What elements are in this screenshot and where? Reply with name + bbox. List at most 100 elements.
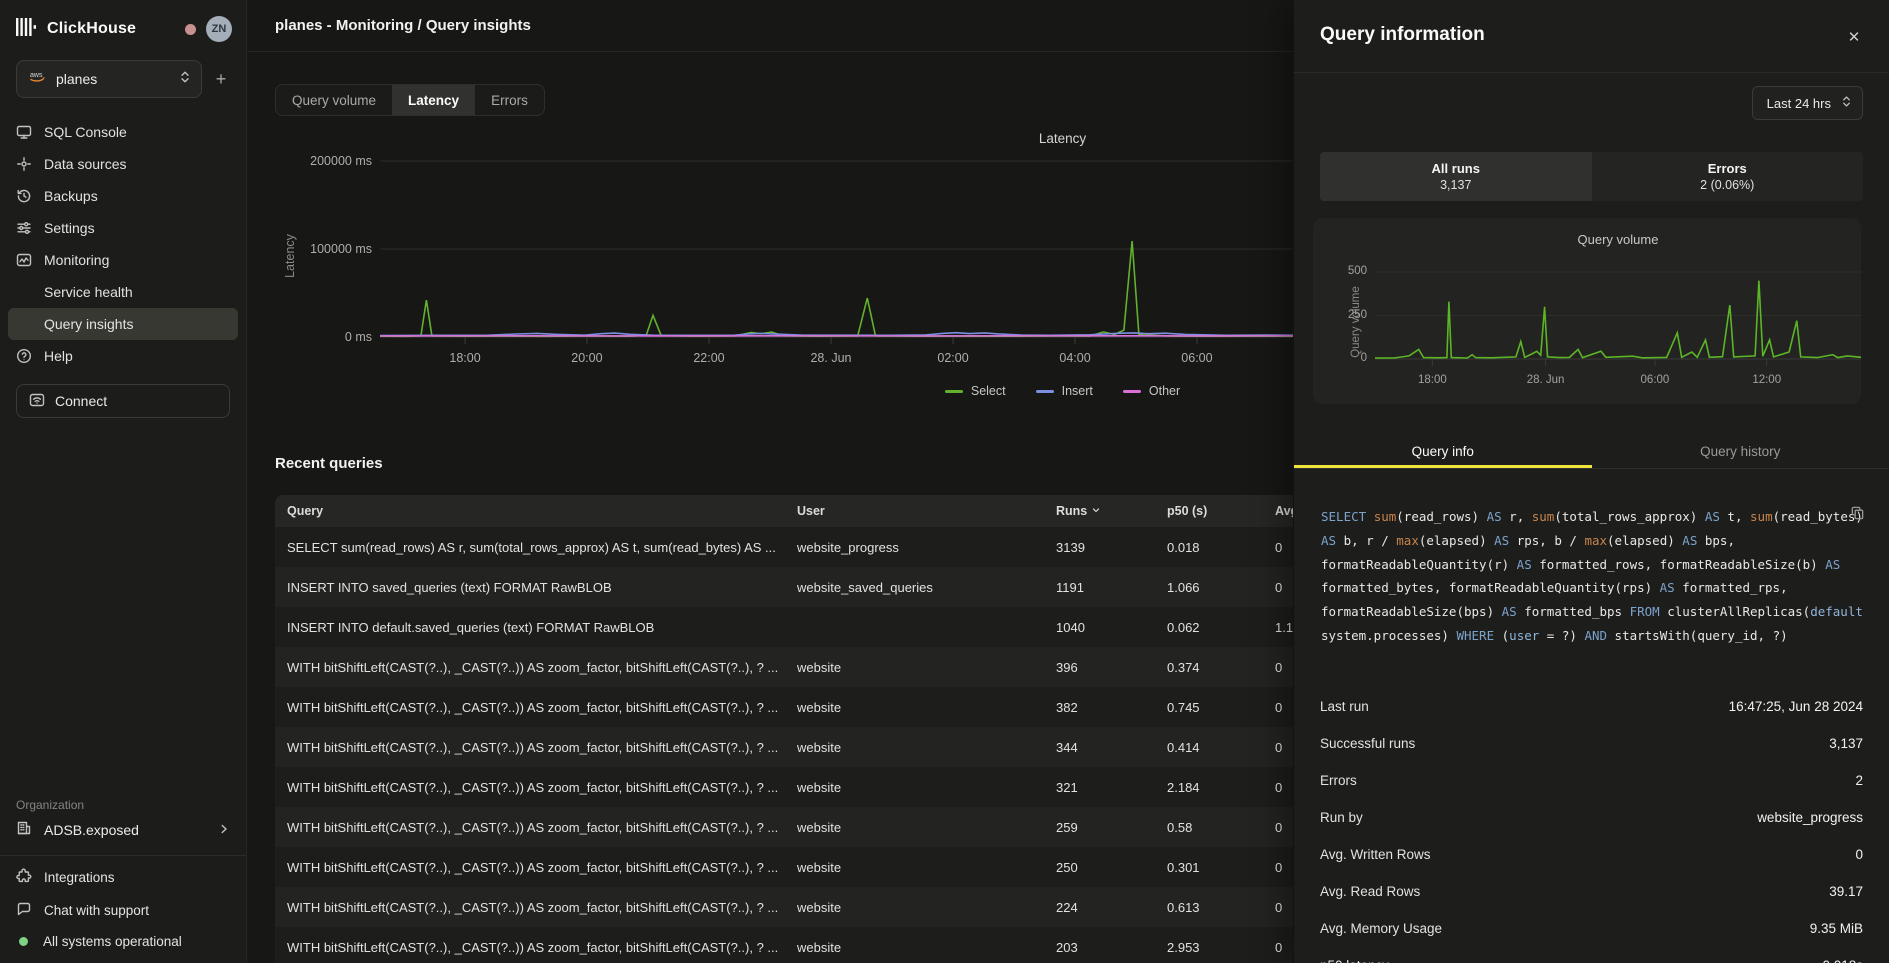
query-volume-chart-card: Query volumeQuery volume025050018:0028. … bbox=[1313, 218, 1861, 404]
sidebar-item-label: Help bbox=[44, 348, 73, 364]
cell-user: website bbox=[785, 780, 1044, 795]
cell-p50: 0.301 bbox=[1155, 860, 1263, 875]
cell-p50: 1.066 bbox=[1155, 580, 1263, 595]
cell-query: WITH bitShiftLeft(CAST(?..), _CAST(?..))… bbox=[275, 780, 785, 795]
connect-icon bbox=[29, 392, 45, 411]
stat-row: Avg. Read Rows 39.17 bbox=[1320, 873, 1863, 910]
cell-user: website bbox=[785, 940, 1044, 955]
sidebar: ClickHouse ZN aws planes + SQL Console bbox=[0, 0, 247, 963]
cell-query: WITH bitShiftLeft(CAST(?..), _CAST(?..))… bbox=[275, 660, 785, 675]
tab-query-info[interactable]: Query info bbox=[1294, 438, 1592, 468]
sidebar-item-data-sources[interactable]: Data sources bbox=[8, 148, 238, 180]
building-icon bbox=[16, 820, 32, 839]
cell-p50: 0.613 bbox=[1155, 900, 1263, 915]
segment-label: All runs bbox=[1432, 161, 1480, 176]
time-range-value: Last 24 hrs bbox=[1767, 96, 1831, 111]
cell-user: website_saved_queries bbox=[785, 580, 1044, 595]
stat-row: Run by website_progress bbox=[1320, 799, 1863, 836]
stat-label: Run by bbox=[1320, 810, 1363, 825]
connect-button[interactable]: Connect bbox=[16, 384, 230, 418]
sidebar-item-sql-console[interactable]: SQL Console bbox=[8, 116, 238, 148]
legend-item[interactable]: Other bbox=[1123, 384, 1180, 398]
sidebar-item-backups[interactable]: Backups bbox=[8, 180, 238, 212]
column-runs-label: Runs bbox=[1056, 504, 1087, 518]
chart-tabgroup: Query volume Latency Errors bbox=[275, 84, 545, 116]
panel-tabs: Query info Query history bbox=[1294, 438, 1889, 468]
tab-query-history[interactable]: Query history bbox=[1592, 438, 1889, 468]
svg-text:aws: aws bbox=[30, 72, 43, 79]
cell-query: INSERT INTO saved_queries (text) FORMAT … bbox=[275, 580, 785, 595]
service-selector[interactable]: aws planes bbox=[16, 60, 202, 98]
aws-icon: aws bbox=[29, 70, 47, 88]
connect-label: Connect bbox=[55, 393, 107, 409]
avatar[interactable]: ZN bbox=[206, 16, 232, 42]
sidebar-nav: SQL Console Data sources Backups Setting… bbox=[0, 112, 246, 372]
stat-row: Last run 16:47:25, Jun 28 2024 bbox=[1320, 688, 1863, 725]
cell-p50: 0.745 bbox=[1155, 700, 1263, 715]
cell-user: website_progress bbox=[785, 540, 1044, 555]
column-query[interactable]: Query bbox=[275, 504, 785, 518]
cell-query: WITH bitShiftLeft(CAST(?..), _CAST(?..))… bbox=[275, 740, 785, 755]
column-runs[interactable]: Runs bbox=[1044, 504, 1155, 518]
segment-all-runs[interactable]: All runs 3,137 bbox=[1320, 152, 1592, 201]
stat-value: 39.17 bbox=[1829, 884, 1863, 899]
organization-item[interactable]: ADSB.exposed bbox=[0, 820, 246, 855]
tab-query-volume[interactable]: Query volume bbox=[276, 85, 392, 115]
stat-label: Last run bbox=[1320, 699, 1369, 714]
brand-row: ClickHouse ZN bbox=[0, 0, 246, 52]
tab-latency[interactable]: Latency bbox=[392, 85, 475, 115]
cell-p50: 2.184 bbox=[1155, 780, 1263, 795]
sidebar-item-settings[interactable]: Settings bbox=[8, 212, 238, 244]
sidebar-item-monitoring[interactable]: Monitoring bbox=[8, 244, 238, 276]
query-information-panel: Query information ✕ Last 24 hrs All runs… bbox=[1293, 0, 1889, 963]
cell-user: website bbox=[785, 860, 1044, 875]
stat-label: Avg. Read Rows bbox=[1320, 884, 1420, 899]
copy-icon[interactable] bbox=[1850, 505, 1865, 525]
cell-p50: 0.414 bbox=[1155, 740, 1263, 755]
sidebar-item-label: Query insights bbox=[44, 316, 133, 332]
sidebar-item-query-insights[interactable]: Query insights bbox=[8, 308, 238, 340]
column-user[interactable]: User bbox=[785, 504, 1044, 518]
chevron-updown-icon bbox=[179, 70, 191, 89]
stat-label: Avg. Memory Usage bbox=[1320, 921, 1442, 936]
cell-query: WITH bitShiftLeft(CAST(?..), _CAST(?..))… bbox=[275, 700, 785, 715]
cell-runs: 224 bbox=[1044, 900, 1155, 915]
puzzle-icon bbox=[16, 868, 32, 887]
panel-title: Query information bbox=[1320, 24, 1485, 46]
stat-value: website_progress bbox=[1757, 810, 1863, 825]
close-icon[interactable]: ✕ bbox=[1843, 26, 1865, 48]
status-dot-icon bbox=[19, 937, 28, 946]
cell-query: SELECT sum(read_rows) AS r, sum(total_ro… bbox=[275, 540, 785, 555]
tab-errors[interactable]: Errors bbox=[475, 85, 544, 115]
cell-p50: 0.018 bbox=[1155, 540, 1263, 555]
organization-section-label: Organization bbox=[0, 798, 246, 820]
sidebar-item-label: Settings bbox=[44, 220, 95, 236]
sidebar-item-service-health[interactable]: Service health bbox=[8, 276, 238, 308]
stat-label: Successful runs bbox=[1320, 736, 1415, 751]
monitoring-icon bbox=[16, 252, 32, 268]
segment-value: 3,137 bbox=[1440, 178, 1471, 192]
integrations-item[interactable]: Integrations bbox=[16, 868, 230, 887]
cell-p50: 2.953 bbox=[1155, 940, 1263, 955]
chat-support-item[interactable]: Chat with support bbox=[16, 901, 230, 920]
legend-item[interactable]: Select bbox=[945, 384, 1006, 398]
time-range-selector[interactable]: Last 24 hrs bbox=[1752, 86, 1863, 120]
stat-label: p50 latency bbox=[1320, 958, 1389, 963]
system-status-item[interactable]: All systems operational bbox=[16, 934, 230, 949]
add-service-button[interactable]: + bbox=[210, 69, 232, 90]
segment-errors[interactable]: Errors 2 (0.06%) bbox=[1592, 152, 1864, 201]
sidebar-item-label: SQL Console bbox=[44, 124, 127, 140]
console-icon bbox=[16, 124, 32, 140]
query-stats: Last run 16:47:25, Jun 28 2024 Successfu… bbox=[1320, 688, 1863, 963]
cell-user: website bbox=[785, 700, 1044, 715]
column-p50[interactable]: p50 (s) bbox=[1155, 504, 1263, 518]
legend-item[interactable]: Insert bbox=[1036, 384, 1093, 398]
cell-runs: 321 bbox=[1044, 780, 1155, 795]
organization-name: ADSB.exposed bbox=[44, 822, 139, 838]
stat-value: 16:47:25, Jun 28 2024 bbox=[1729, 699, 1863, 714]
segment-value: 2 (0.06%) bbox=[1700, 178, 1754, 192]
cell-user: website bbox=[785, 740, 1044, 755]
notification-dot-icon[interactable] bbox=[185, 24, 196, 35]
brand-name: ClickHouse bbox=[47, 20, 136, 38]
sidebar-item-help[interactable]: Help bbox=[8, 340, 238, 372]
